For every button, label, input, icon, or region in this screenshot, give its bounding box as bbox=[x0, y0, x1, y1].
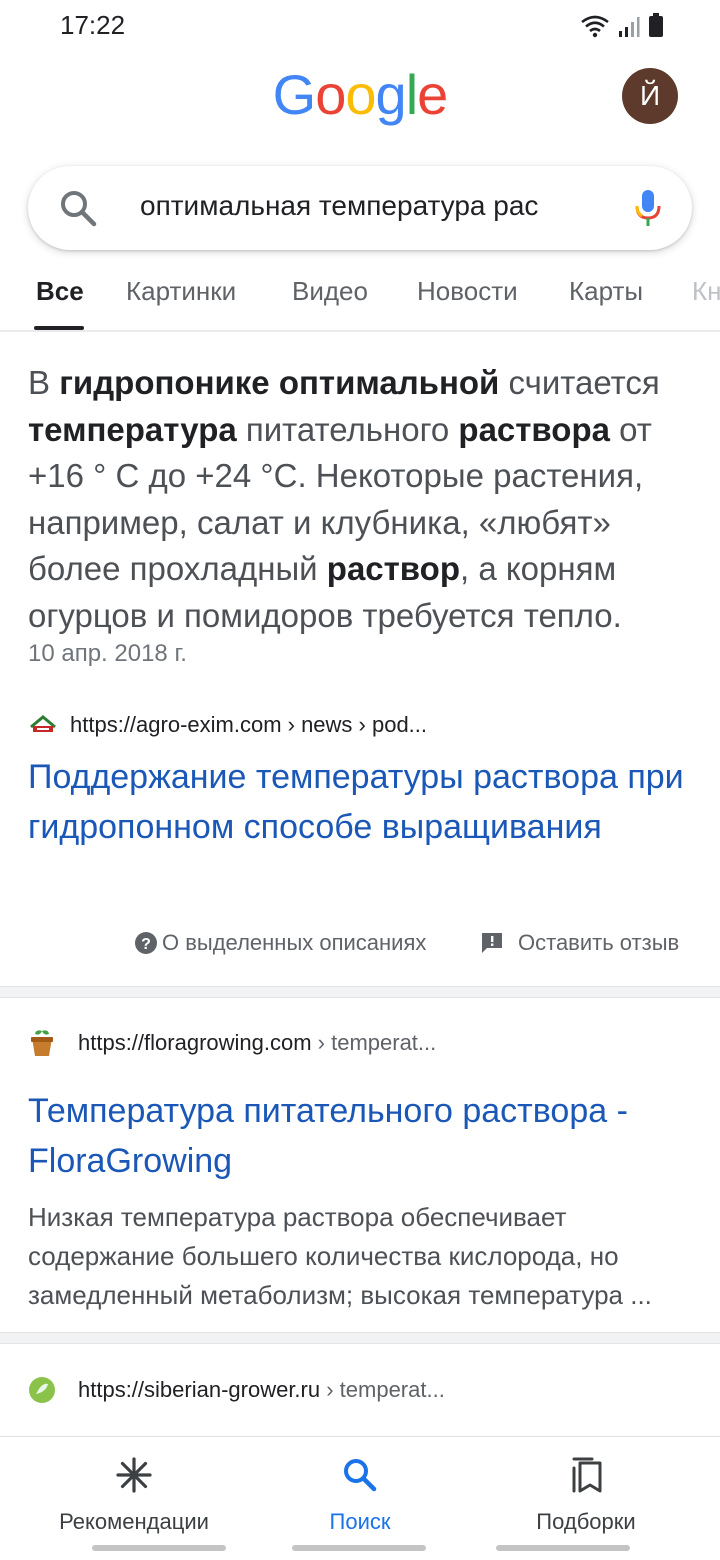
snippet-segment: питательного bbox=[236, 410, 459, 448]
floragrowing-favicon bbox=[31, 1030, 53, 1056]
tab-all[interactable]: Все bbox=[36, 276, 84, 307]
snippet-segment: В bbox=[28, 364, 60, 401]
snippet-result-title[interactable]: Поддержание температуры раствора при гид… bbox=[28, 752, 698, 852]
nav-recommendations[interactable]: Рекомендации bbox=[24, 1455, 244, 1535]
result-url: https://floragrowing.com › temperat... bbox=[78, 1030, 436, 1056]
search-icon[interactable] bbox=[58, 188, 98, 228]
snippet-highlight: раствора bbox=[458, 410, 610, 448]
status-icons bbox=[580, 12, 664, 38]
battery-icon bbox=[649, 13, 663, 37]
logo-letter: o bbox=[345, 63, 376, 126]
snippet-highlight: гидропонике оптимальной bbox=[59, 364, 500, 401]
gesture-bar bbox=[292, 1545, 426, 1551]
google-logo[interactable]: Google bbox=[0, 62, 720, 127]
url-path: › temperat... bbox=[311, 1030, 437, 1055]
result-source[interactable]: https://floragrowing.com › temperat... bbox=[28, 1028, 436, 1058]
nav-label: Поиск bbox=[329, 1509, 391, 1534]
status-bar: 17:22 bbox=[0, 0, 720, 52]
tab-maps[interactable]: Карты bbox=[569, 276, 643, 307]
search-icon bbox=[344, 1459, 377, 1492]
account-avatar[interactable]: Й bbox=[622, 68, 678, 124]
result-url: https://siberian-grower.ru › temperat... bbox=[78, 1377, 445, 1403]
feedback-icon bbox=[482, 933, 502, 953]
mic-icon[interactable] bbox=[634, 188, 662, 228]
search-box[interactable]: оптимальная температура рас bbox=[28, 166, 692, 250]
tab-books[interactable]: Кн bbox=[692, 276, 720, 307]
section-divider bbox=[0, 1332, 720, 1344]
snippet-segment: считается bbox=[499, 364, 660, 401]
svg-text:?: ? bbox=[141, 936, 151, 953]
snippet-highlight: раствор bbox=[326, 550, 460, 587]
snippet-date: 10 апр. 2018 г. bbox=[28, 640, 187, 667]
siberian-grower-favicon bbox=[29, 1377, 55, 1403]
signal-icon bbox=[619, 17, 640, 37]
bottom-navigation: Рекомендации Поиск Подборки bbox=[0, 1436, 720, 1560]
nav-collections[interactable]: Подборки bbox=[476, 1455, 696, 1535]
url-path: › temperat... bbox=[320, 1377, 445, 1402]
tab-video[interactable]: Видео bbox=[292, 276, 368, 307]
tab-news[interactable]: Новости bbox=[417, 276, 518, 307]
snippet-source[interactable]: https://agro-exim.com › news › pod... bbox=[28, 712, 427, 738]
gesture-bar bbox=[92, 1545, 226, 1551]
nav-search[interactable]: Поиск bbox=[250, 1455, 470, 1535]
featured-snippet-text: В гидропонике оптимальной считается темп… bbox=[28, 360, 698, 639]
tab-images[interactable]: Картинки bbox=[126, 276, 236, 307]
search-input[interactable]: оптимальная температура рас bbox=[140, 190, 616, 222]
logo-letter: G bbox=[272, 63, 317, 126]
search-tabs: Все Картинки Видео Новости Карты Кн bbox=[0, 268, 720, 332]
nav-label: Рекомендации bbox=[59, 1509, 209, 1534]
google-search-page: 17:22 Google Й оптимальная температура р… bbox=[0, 0, 720, 1560]
asterisk-icon bbox=[116, 1457, 152, 1493]
agro-exim-favicon bbox=[30, 715, 56, 732]
nav-label: Подборки bbox=[536, 1509, 636, 1534]
wifi-icon bbox=[581, 15, 609, 38]
section-divider bbox=[0, 986, 720, 998]
collections-icon bbox=[572, 1457, 602, 1493]
feedback-link[interactable]: Оставить отзыв bbox=[480, 930, 679, 956]
result-title[interactable]: Температура питательного раствора - Flor… bbox=[28, 1086, 698, 1186]
status-time: 17:22 bbox=[60, 10, 126, 40]
snippet-footer: ? О выделенных описаниях Оставить отзыв bbox=[0, 928, 720, 960]
snippet-highlight: температура bbox=[28, 410, 237, 448]
url-domain: https://siberian-grower.ru bbox=[78, 1377, 321, 1402]
logo-letter: o bbox=[315, 63, 346, 126]
feedback-label: Оставить отзыв bbox=[518, 930, 680, 955]
help-icon: ? bbox=[135, 932, 157, 954]
source-url: https://agro-exim.com › news › pod... bbox=[70, 712, 428, 737]
url-domain: https://floragrowing.com bbox=[78, 1030, 312, 1055]
result-description: Низкая температура раствора обеспечивает… bbox=[28, 1202, 652, 1310]
active-tab-indicator bbox=[34, 326, 84, 330]
logo-letter: g bbox=[375, 63, 407, 126]
logo-letter: l bbox=[405, 63, 418, 126]
about-label: О выделенных описаниях bbox=[162, 930, 427, 955]
result-source[interactable]: https://siberian-grower.ru › temperat... bbox=[28, 1376, 445, 1404]
gesture-bar bbox=[496, 1545, 630, 1551]
logo-letter: e bbox=[417, 63, 448, 126]
about-snippets-link[interactable]: ? О выделенных описаниях bbox=[134, 930, 426, 956]
